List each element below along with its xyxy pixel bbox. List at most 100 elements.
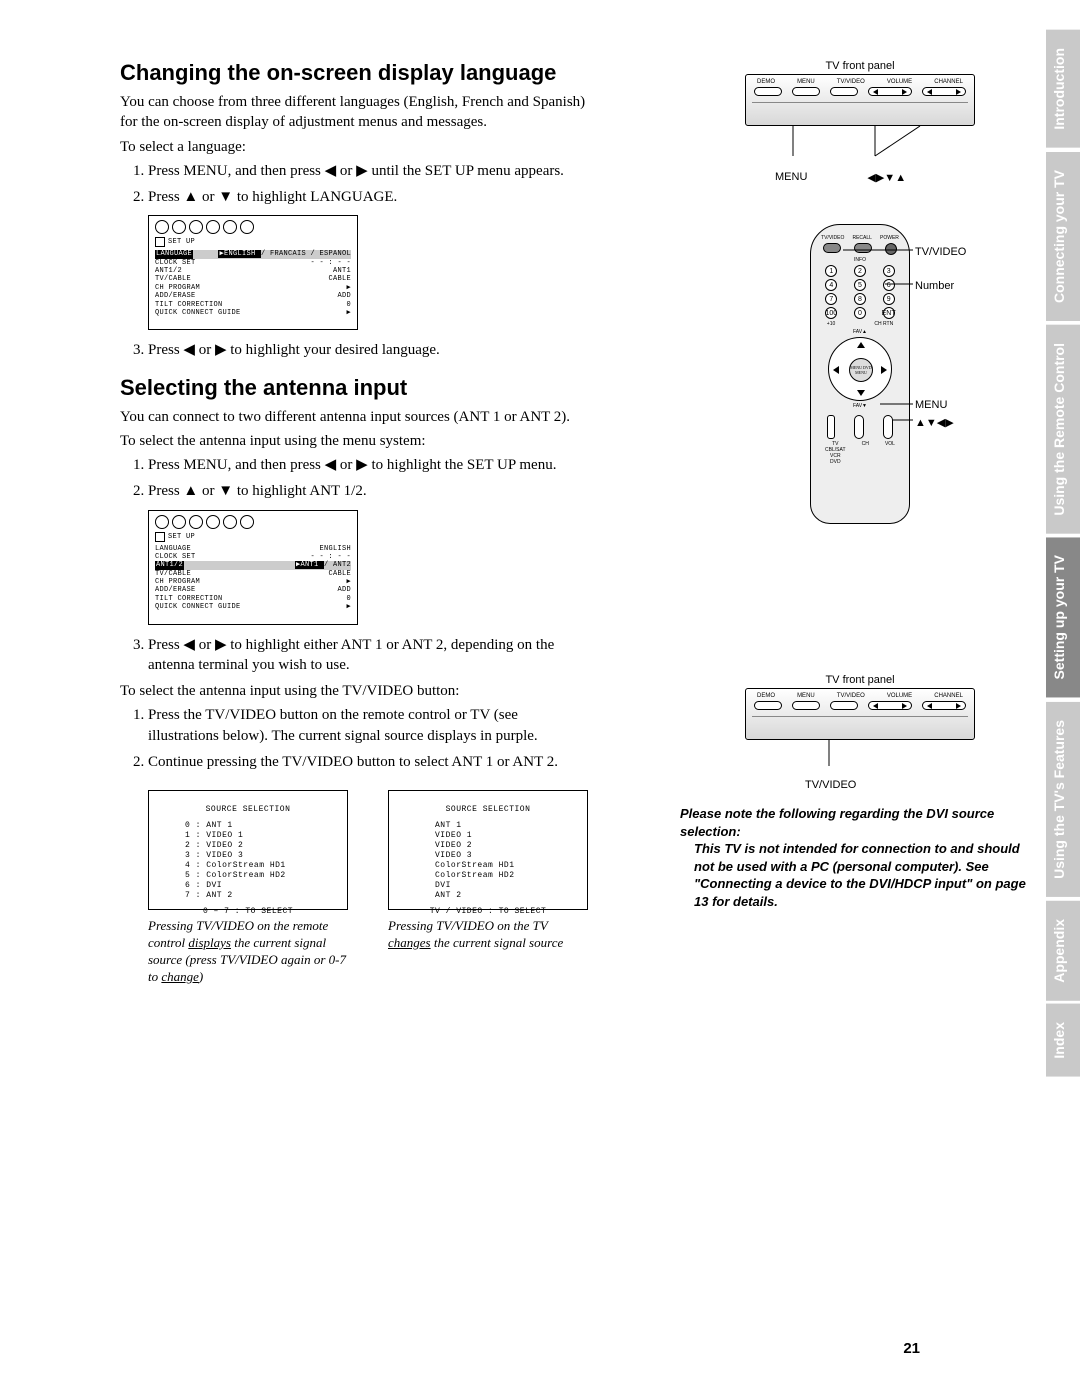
osd-icon [155, 515, 169, 529]
channel-rocker [922, 701, 966, 710]
osd-antenna: SET UP LANGUAGEENGLISHCLOCK SET- - : - -… [148, 510, 358, 625]
remote-num-btn: 0 [854, 307, 866, 319]
menu-pointer-label: MENU [775, 171, 807, 184]
pointer-lines [745, 740, 975, 770]
illustration-column: TV front panel DEMO MENU TV/VIDEO VOLUME… [680, 60, 1040, 910]
src-line: 3 : VIDEO 3 [185, 851, 331, 861]
menu-button [792, 87, 820, 96]
src-line: VIDEO 2 [435, 841, 571, 851]
osd-icon [223, 515, 237, 529]
src-title: SOURCE SELECTION [165, 805, 331, 815]
tab-index: Index [1046, 1004, 1080, 1077]
btn-label: DEMO [757, 79, 775, 85]
rm-col-label: VOL [885, 441, 895, 447]
menu-button [792, 701, 820, 710]
src-line: VIDEO 1 [435, 831, 571, 841]
remote-num-btn: 7 [825, 293, 837, 305]
btn-label: VOLUME [887, 693, 912, 699]
osd-row: TV/CABLECABLE [155, 275, 351, 283]
remote-num-btn: 100 [825, 307, 837, 319]
src-line: ANT 2 [435, 891, 571, 901]
osd-row: ANT1/2ANT1 [155, 267, 351, 275]
caption-tv: Pressing TV/VIDEO on the TV changes the … [388, 918, 588, 952]
vol-rocker [883, 415, 893, 439]
recall-btn [854, 243, 872, 253]
btn-label: TV/VIDEO [837, 693, 865, 699]
right-arrow-icon [881, 366, 887, 374]
remote-num-btn: 5 [854, 279, 866, 291]
step-2: Press ▲ or ▼ to highlight LANGUAGE. [148, 187, 590, 207]
src-line: 7 : ANT 2 [185, 891, 331, 901]
osd-row: TV/CABLECABLE [155, 570, 351, 578]
rm-col-label: CH [862, 441, 869, 447]
remote-num-btn: 4 [825, 279, 837, 291]
to-select-language: To select a language: [120, 137, 590, 157]
steps-antenna-a: Press MENU, and then press ◀ or ▶ to hig… [120, 455, 590, 502]
nav-ring: MENU DVD MENU [828, 337, 892, 401]
rm-col-label: TV CBL/SAT VCR DVD [825, 441, 845, 465]
rm-label: RECALL [852, 235, 871, 241]
source-selection-remote: SOURCE SELECTION 0 : ANT 11 : VIDEO 12 :… [148, 790, 348, 910]
intro-language: You can choose from three different lang… [120, 92, 590, 133]
dvi-body: This TV is not intended for connection t… [680, 840, 1040, 910]
src-foot: 0 – 7 : TO SELECT [165, 907, 331, 917]
info-label: INFO [817, 257, 903, 263]
remote-num-btn: 3 [883, 265, 895, 277]
osd-row: LANGUAGEENGLISH [155, 545, 351, 553]
heading-antenna: Selecting the antenna input [120, 375, 590, 401]
osd-row: LANGUAGE▶ENGLISH / FRANCAIS / ESPANOL [155, 250, 351, 258]
steps-antenna-b: Press ◀ or ▶ to highlight either ANT 1 o… [120, 635, 590, 676]
osd-row: CH PROGRAM▶ [155, 284, 351, 292]
step-3: Press ◀ or ▶ to highlight your desired l… [148, 340, 590, 360]
volume-rocker [868, 87, 912, 96]
tv-panel: DEMO MENU TV/VIDEO VOLUME CHANNEL [745, 74, 975, 126]
btn-label: TV/VIDEO [837, 79, 865, 85]
chapter-tabs: Introduction Connecting your TV Using th… [1046, 30, 1080, 1077]
tab-setting-up: Setting up your TV [1046, 537, 1080, 697]
osd-language: SET UP LANGUAGE▶ENGLISH / FRANCAIS / ESP… [148, 215, 358, 330]
tvvideo-btn [823, 243, 841, 253]
rm-label: TV/VIDEO [821, 235, 844, 241]
volume-rocker [868, 701, 912, 710]
left-arrow-icon [833, 366, 839, 374]
tab-features: Using the TV's Features [1046, 702, 1080, 897]
src-line: 0 : ANT 1 [185, 821, 331, 831]
rm-label: CH RTN [874, 321, 893, 327]
osd-row: QUICK CONNECT GUIDE▶ [155, 603, 351, 611]
step-2: Press ▲ or ▼ to highlight ANT 1/2. [148, 481, 590, 501]
tv-front-panel-diagram-1: TV front panel DEMO MENU TV/VIDEO VOLUME… [745, 60, 975, 184]
osd-icon [172, 220, 186, 234]
src-line: VIDEO 3 [435, 851, 571, 861]
remote-num-btn: 1 [825, 265, 837, 277]
osd-row: CLOCK SET- - : - - [155, 259, 351, 267]
tab-appendix: Appendix [1046, 901, 1080, 1001]
osd-row: TILT CORRECTION0 [155, 301, 351, 309]
remote-num-row: 1000ENT [817, 307, 903, 319]
remote-num-btn: 8 [854, 293, 866, 305]
to-select-button: To select the antenna input using the TV… [120, 681, 590, 701]
src-line: 5 : ColorStream HD2 [185, 871, 331, 881]
power-btn [885, 243, 897, 255]
remote-num-row: 123 [817, 265, 903, 277]
step-1: Press MENU, and then press ◀ or ▶ to hig… [148, 455, 590, 475]
osd-icon [189, 515, 203, 529]
ch-rocker [854, 415, 864, 439]
remote-num-row: 789 [817, 293, 903, 305]
rm-label: POWER [880, 235, 899, 241]
demo-button [754, 87, 782, 96]
step-3: Press ◀ or ▶ to highlight either ANT 1 o… [148, 635, 590, 676]
rm-label: +10 [827, 321, 835, 327]
side-menu-label: MENU [915, 399, 947, 411]
fav-up: FAV▲ [817, 329, 903, 335]
tab-introduction: Introduction [1046, 30, 1080, 148]
osd-row: CH PROGRAM▶ [155, 578, 351, 586]
osd-setup-icon [155, 532, 165, 542]
tab-remote: Using the Remote Control [1046, 325, 1080, 534]
caption-remote: Pressing TV/VIDEO on the remote control … [148, 918, 348, 986]
osd-row: ADD/ERASEADD [155, 292, 351, 300]
osd-row: TILT CORRECTION0 [155, 595, 351, 603]
steps-language-a: Press MENU, and then press ◀ or ▶ until … [120, 161, 590, 208]
osd-icon [240, 515, 254, 529]
btn-label: MENU [797, 79, 815, 85]
arrows-pointer-label: ◀▶▼▲ [867, 171, 906, 184]
